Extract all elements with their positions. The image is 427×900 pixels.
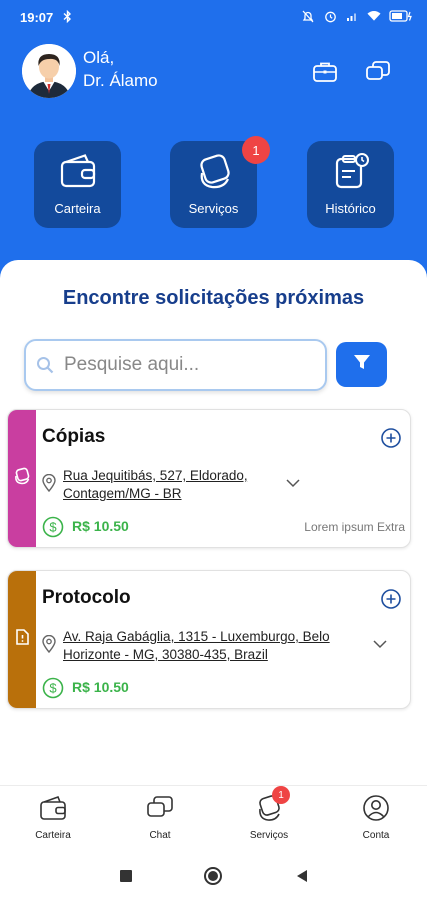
chevron-down-icon[interactable]: [372, 637, 388, 649]
nav-item-conta[interactable]: Conta: [336, 792, 416, 848]
request-title: Protocolo: [42, 587, 131, 608]
content-sheet: Encontre solicitações próximas Cópias Ru…: [0, 260, 427, 785]
nav-item-carteira[interactable]: Carteira: [13, 792, 93, 848]
document-icon: [13, 628, 31, 651]
copies-icon: [13, 467, 31, 490]
request-title: Cópias: [42, 426, 106, 447]
tile-label: Serviços: [188, 201, 239, 216]
request-extra: Lorem ipsum Extra: [304, 520, 405, 534]
avatar[interactable]: [22, 44, 76, 98]
battery-icon: [389, 9, 413, 23]
search-icon: [36, 356, 54, 374]
request-card[interactable]: Cópias Rua Jequitibás, 527, Eldorado, Co…: [7, 409, 411, 548]
svg-text:$: $: [49, 681, 57, 696]
briefcase-icon[interactable]: [311, 58, 339, 86]
services-icon: [194, 151, 234, 191]
history-icon: [331, 151, 371, 191]
user-name: Dr. Álamo: [83, 71, 158, 90]
wallet-icon: [39, 794, 67, 822]
chevron-down-icon[interactable]: [285, 476, 301, 488]
bluetooth-icon: [63, 9, 72, 26]
back-icon[interactable]: [292, 866, 312, 886]
greeting-text: Olá,: [83, 48, 115, 67]
tile-historico[interactable]: Histórico: [307, 141, 394, 228]
add-circle-icon[interactable]: [380, 427, 402, 449]
card-color-strip: [8, 571, 36, 708]
status-time: 19:07: [20, 10, 54, 25]
add-circle-icon[interactable]: [380, 588, 402, 610]
page-title: Encontre solicitações próximas: [62, 287, 365, 309]
chat-icon: [146, 794, 174, 822]
nav-label: Carteira: [35, 830, 71, 841]
recents-icon[interactable]: [116, 866, 136, 886]
search-box[interactable]: [24, 339, 327, 391]
services-badge: 1: [242, 136, 270, 164]
tile-label: Carteira: [54, 201, 101, 216]
signal-icon: [345, 9, 359, 23]
nav-item-chat[interactable]: Chat: [120, 792, 200, 848]
nav-label: Chat: [149, 830, 171, 841]
location-pin-icon: [42, 473, 56, 493]
nav-item-servicos[interactable]: Serviços: [229, 792, 309, 848]
card-color-strip: [8, 410, 36, 547]
money-icon: $: [42, 516, 64, 538]
request-card[interactable]: Protocolo Av. Raja Gabáglia, 1315 - Luxe…: [7, 570, 411, 709]
location-pin-icon: [42, 634, 56, 654]
mute-icon: [301, 9, 315, 23]
nav-label: Serviços: [249, 830, 289, 841]
request-price: R$ 10.50: [72, 679, 129, 695]
home-icon[interactable]: [203, 866, 223, 886]
status-bar: 19:07: [0, 0, 427, 36]
wifi-icon: [367, 9, 381, 23]
header-panel: 19:07 Olá, Dr. Álamo Carteira Serviços 1…: [0, 0, 427, 300]
request-price: R$ 10.50: [72, 518, 129, 534]
money-icon: $: [42, 677, 64, 699]
nav-services-badge: 1: [272, 786, 290, 804]
filter-icon: [352, 352, 372, 377]
bottom-nav: Carteira Chat Serviços 1 Conta: [0, 785, 427, 851]
greeting: Olá, Dr. Álamo: [83, 46, 158, 92]
system-nav-bar: [0, 851, 427, 900]
account-icon: [362, 794, 390, 822]
tile-label: Histórico: [325, 201, 376, 216]
filter-button[interactable]: [336, 342, 387, 387]
wallet-icon: [58, 151, 98, 191]
svg-text:$: $: [49, 520, 57, 535]
request-address[interactable]: Av. Raja Gabáglia, 1315 - Luxemburgo, Be…: [63, 628, 343, 664]
alarm-icon: [323, 9, 337, 23]
nav-label: Conta: [362, 830, 390, 841]
request-address[interactable]: Rua Jequitibás, 527, Eldorado, Contagem/…: [63, 467, 283, 503]
tile-carteira[interactable]: Carteira: [34, 141, 121, 228]
search-input[interactable]: [64, 351, 319, 379]
chat-icon[interactable]: [364, 58, 392, 86]
